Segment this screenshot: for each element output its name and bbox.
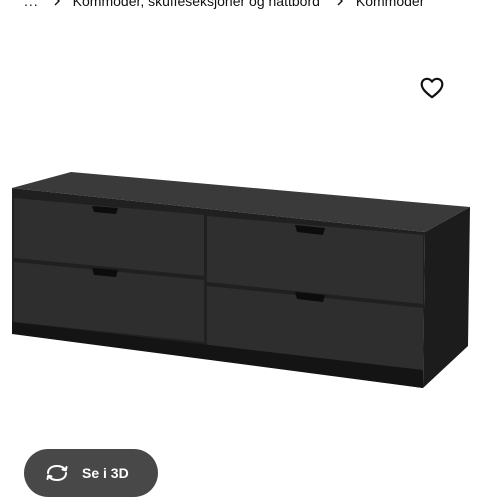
breadcrumb-item-kommoder-skuffeseksjoner-nattbord[interactable]: Kommoder, skuffeseksjoner og nattbord bbox=[73, 0, 320, 9]
favorite-button[interactable] bbox=[416, 72, 448, 104]
view-in-3d-label: Se i 3D bbox=[82, 465, 129, 481]
view-in-3d-button[interactable]: Se i 3D bbox=[24, 449, 158, 497]
breadcrumb-ellipsis[interactable]: ... bbox=[24, 0, 39, 9]
rotate-3d-icon bbox=[44, 460, 70, 486]
chevron-right-icon bbox=[51, 0, 63, 7]
chest-of-drawers-image bbox=[12, 172, 470, 388]
heart-icon bbox=[419, 75, 445, 101]
breadcrumb: ... Kommoder, skuffeseksjoner og nattbor… bbox=[24, 0, 480, 9]
breadcrumb-item-kommoder[interactable]: Kommoder bbox=[356, 0, 424, 9]
product-image[interactable] bbox=[0, 150, 480, 410]
chevron-right-icon bbox=[334, 0, 346, 7]
